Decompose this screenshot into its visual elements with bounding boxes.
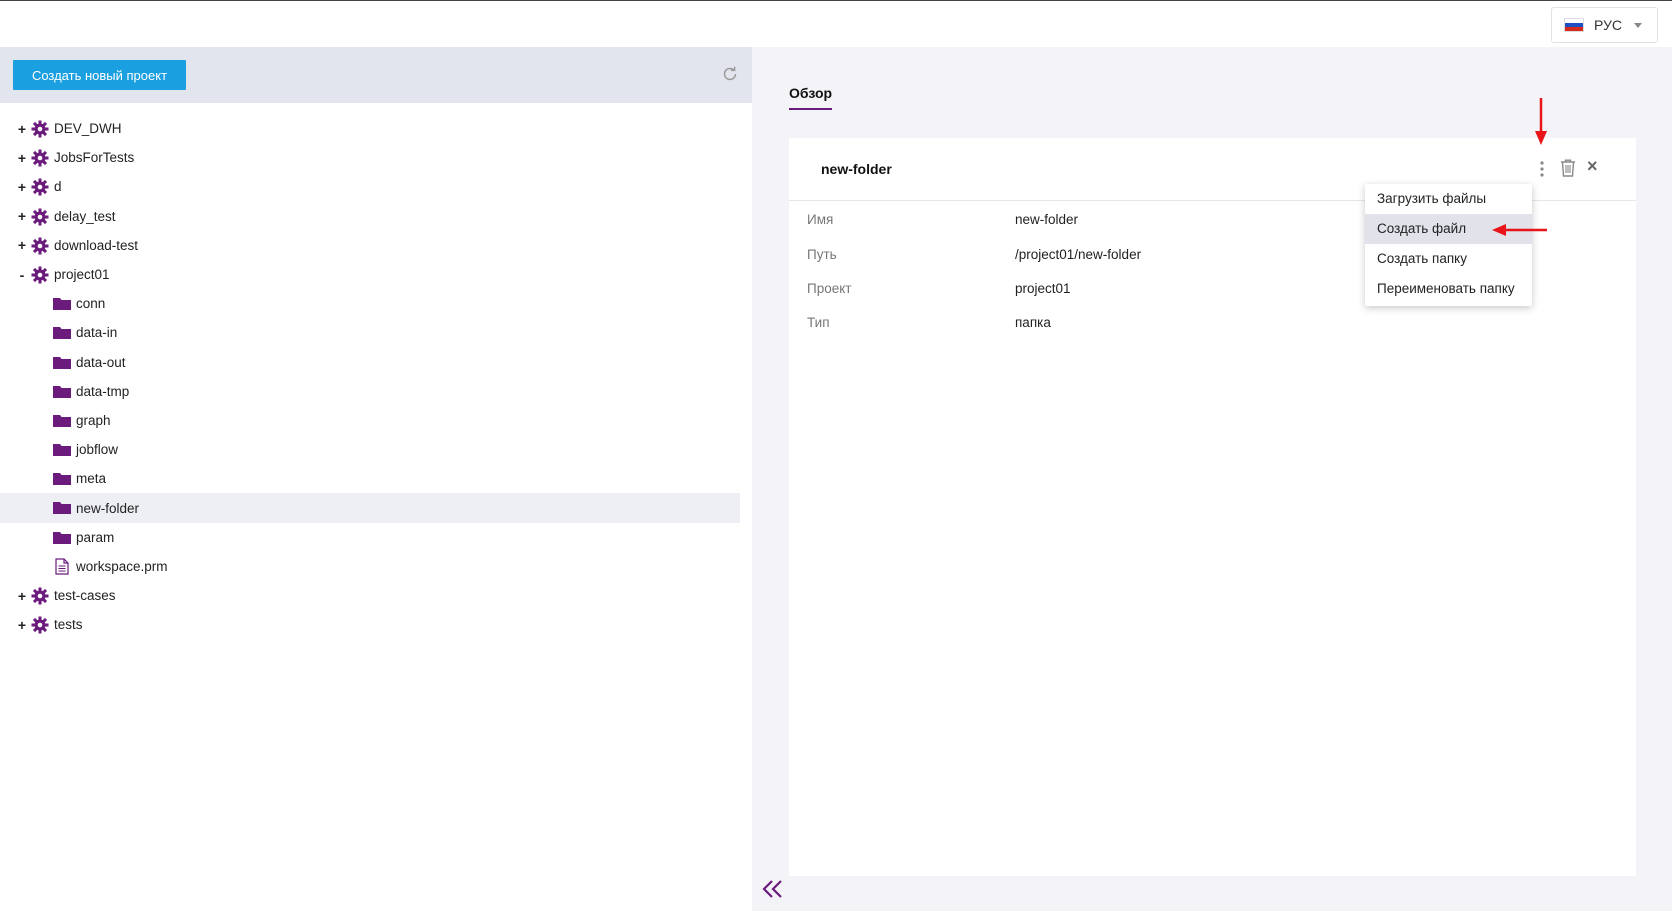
details-panel: Обзор new-folder × Имя new-folder Путь /… <box>752 47 1672 911</box>
top-bar: РУС <box>0 0 1672 47</box>
property-value: new-folder <box>1015 212 1079 227</box>
tree-folder-conn[interactable]: conn <box>0 289 740 318</box>
project-gear-icon <box>31 237 49 255</box>
tree-node-label: d <box>54 179 62 195</box>
property-key: Тип <box>807 315 830 330</box>
folder-icon <box>53 327 71 340</box>
folder-icon <box>53 531 71 544</box>
expand-toggle[interactable]: + <box>17 208 27 224</box>
folder-icon <box>53 502 71 515</box>
tree-node-label: conn <box>76 296 106 312</box>
expand-toggle[interactable]: + <box>17 237 27 253</box>
more-vertical-icon[interactable] <box>1536 158 1548 180</box>
file-icon <box>55 558 69 575</box>
tree-folder-data-tmp[interactable]: data-tmp <box>0 377 740 406</box>
project-gear-icon <box>31 616 49 634</box>
tree-folder-graph[interactable]: graph <box>0 406 740 435</box>
chevron-down-icon <box>1634 22 1643 28</box>
card-title: new-folder <box>821 161 892 177</box>
tree-node-label: workspace.prm <box>76 558 168 574</box>
tree-node-label: project01 <box>54 267 110 283</box>
property-key: Имя <box>807 212 834 227</box>
tree-project-download-test[interactable]: + download-test <box>0 231 740 260</box>
project-gear-icon <box>31 208 49 226</box>
tree-node-label: data-out <box>76 354 126 370</box>
project-tree-panel: Создать новый проект + DEV_DWH + JobsFor… <box>0 47 752 911</box>
tree-node-label: JobsForTests <box>54 150 135 166</box>
project-gear-icon <box>31 149 49 167</box>
expand-toggle[interactable]: + <box>17 179 27 195</box>
tree-project-jobsfortests[interactable]: + JobsForTests <box>0 143 740 172</box>
tree-node-label: jobflow <box>76 442 119 458</box>
tree-project-tests[interactable]: + tests <box>0 610 740 639</box>
tree-node-label: delay_test <box>54 208 116 224</box>
tree-node-label: tests <box>54 617 83 633</box>
tab-overview[interactable]: Обзор <box>789 85 833 110</box>
expand-toggle[interactable]: + <box>17 588 27 604</box>
property-value: /project01/new-folder <box>1015 247 1142 262</box>
tree-folder-jobflow[interactable]: jobflow <box>0 435 740 464</box>
tree-folder-param[interactable]: param <box>0 523 740 552</box>
tree-node-label: new-folder <box>76 500 140 516</box>
collapse-panel-icon[interactable] <box>762 878 784 900</box>
folder-context-menu: Загрузить файлы Создать файл Создать пап… <box>1365 184 1532 306</box>
property-row: Тип папка <box>807 315 1507 335</box>
tree-folder-data-in[interactable]: data-in <box>0 318 740 347</box>
project-gear-icon <box>31 120 49 138</box>
menu-item-create-folder[interactable]: Создать папку <box>1365 244 1532 274</box>
create-project-button[interactable]: Создать новый проект <box>13 60 186 90</box>
tree-project-project01[interactable]: - project01 <box>0 260 740 289</box>
folder-icon <box>53 385 71 398</box>
property-key: Проект <box>807 281 852 296</box>
property-value: папка <box>1015 315 1051 330</box>
close-icon[interactable]: × <box>1587 156 1598 177</box>
tree-project-dev-dwh[interactable]: + DEV_DWH <box>0 114 740 143</box>
folder-icon <box>53 356 71 369</box>
tree-node-label: download-test <box>54 237 139 253</box>
menu-item-create-file[interactable]: Создать файл <box>1365 214 1532 244</box>
tree-project-test-cases[interactable]: + test-cases <box>0 581 740 610</box>
tree-node-label: DEV_DWH <box>54 121 122 137</box>
project-gear-icon <box>31 587 49 605</box>
folder-icon <box>53 473 71 486</box>
russia-flag-icon <box>1564 18 1584 32</box>
tree-node-label: data-in <box>76 325 118 341</box>
expand-toggle[interactable]: + <box>17 121 27 137</box>
menu-item-upload-files[interactable]: Загрузить файлы <box>1365 184 1532 214</box>
tree-node-label: test-cases <box>54 588 116 604</box>
tree-node-label: data-tmp <box>76 383 130 399</box>
project-gear-icon <box>31 266 49 284</box>
tree-folder-data-out[interactable]: data-out <box>0 348 740 377</box>
project-gear-icon <box>31 178 49 196</box>
folder-icon <box>53 298 71 311</box>
folder-icon <box>53 414 71 427</box>
property-key: Путь <box>807 247 837 262</box>
language-label: РУС <box>1594 17 1623 33</box>
expand-toggle[interactable]: + <box>17 617 27 633</box>
tree-project-d[interactable]: + d <box>0 172 740 201</box>
project-tree: + DEV_DWH + JobsForTests + d + delay_tes… <box>0 114 740 639</box>
tree-project-delay-test[interactable]: + delay_test <box>0 202 740 231</box>
tree-node-label: param <box>76 529 115 545</box>
property-value: project01 <box>1015 281 1071 296</box>
tree-node-label: meta <box>76 471 107 487</box>
project-tree-toolbar: Создать новый проект <box>0 47 752 103</box>
tree-file-workspace-prm[interactable]: workspace.prm <box>0 552 740 581</box>
tree-folder-new-folder[interactable]: new-folder <box>0 493 740 523</box>
tree-node-label: graph <box>76 412 111 428</box>
trash-icon[interactable] <box>1560 159 1576 177</box>
refresh-icon[interactable] <box>721 65 739 83</box>
language-selector[interactable]: РУС <box>1551 7 1658 43</box>
collapse-toggle[interactable]: - <box>17 267 27 283</box>
expand-toggle[interactable]: + <box>17 150 27 166</box>
menu-item-rename-folder[interactable]: Переименовать папку <box>1365 274 1532 304</box>
folder-icon <box>53 444 71 457</box>
tree-folder-meta[interactable]: meta <box>0 464 740 493</box>
